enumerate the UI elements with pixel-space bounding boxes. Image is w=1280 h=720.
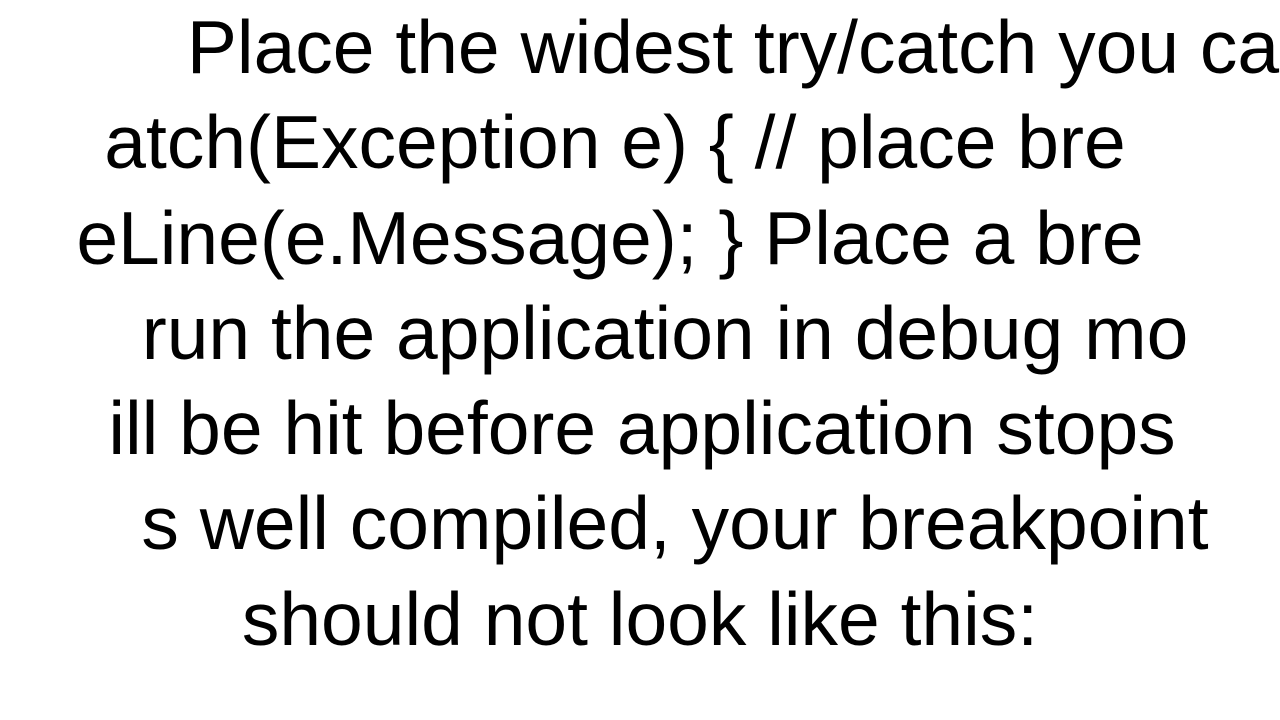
text-line: Place the widest try/catch you ca xyxy=(93,0,1280,95)
text-line: ill be hit before application stops xyxy=(2,381,1280,476)
text-line: should not look like this: xyxy=(0,572,1280,667)
text-line: s well compiled, your breakpoint xyxy=(35,476,1280,571)
text-line: atch(Exception e) { // place bre xyxy=(0,95,1255,190)
text-line: run the application in debug mo xyxy=(25,286,1280,381)
text-block: Place the widest try/catch you ca atch(E… xyxy=(0,0,1280,720)
text-line: eLine(e.Message); } Place a bre xyxy=(0,191,1250,286)
